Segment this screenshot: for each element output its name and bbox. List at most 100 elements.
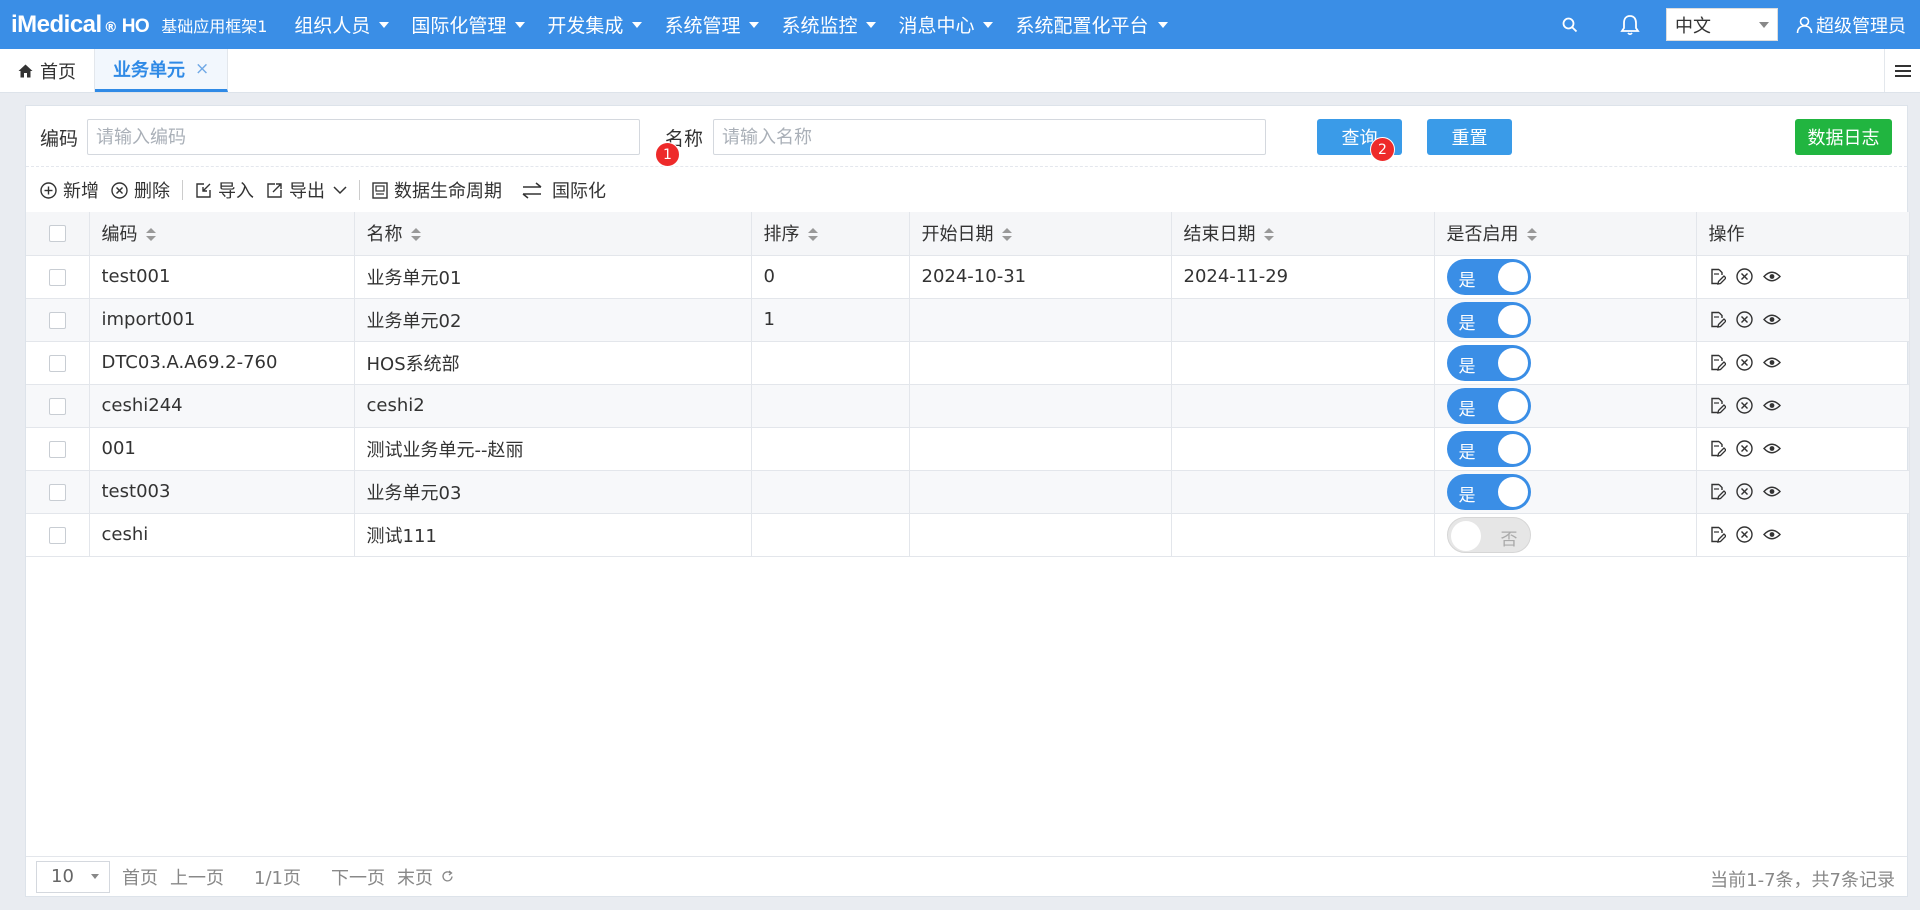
row-checkbox[interactable] [48, 483, 66, 501]
enabled-toggle[interactable]: 是 [1446, 258, 1531, 295]
row-checkbox[interactable] [48, 268, 66, 286]
edit-icon[interactable] [1709, 526, 1726, 543]
code-input[interactable] [87, 119, 640, 155]
view-eye-icon[interactable] [1762, 356, 1781, 369]
row-checkbox[interactable] [48, 311, 66, 329]
column-header-sort[interactable]: 排序 [751, 212, 910, 256]
delete-circle-icon[interactable] [1735, 397, 1753, 414]
user-icon [1796, 16, 1813, 33]
export-button[interactable]: 导出 [266, 177, 347, 203]
refresh-icon[interactable] [441, 870, 454, 883]
column-header-name[interactable]: 名称 [354, 212, 752, 256]
hamburger-menu-icon[interactable] [1884, 49, 1920, 92]
sort-icon[interactable] [1526, 228, 1537, 242]
delete-circle-icon[interactable] [1735, 440, 1753, 457]
menu-system-monitor[interactable]: 系统监控 [781, 11, 877, 38]
last-page-link[interactable]: 末页 [397, 864, 433, 890]
delete-circle-icon[interactable] [1735, 354, 1753, 371]
pagination: 10 首页 上一页 1/1页 下一页 末页 当前1-7条，共7条记录 [26, 856, 1907, 896]
table-row[interactable]: import001 业务单元02 1 是 [26, 298, 1910, 342]
select-all-checkbox[interactable] [48, 225, 66, 243]
row-checkbox[interactable] [48, 440, 66, 458]
enabled-toggle[interactable]: 否 [1446, 516, 1531, 553]
toggle-knob [1497, 261, 1528, 292]
tab-home[interactable]: 首页 [0, 49, 95, 92]
user-menu[interactable]: 超级管理员 [1796, 12, 1906, 38]
cell-sort [751, 427, 910, 471]
table-row[interactable]: DTC03.A.A69.2-760 HOS系统部 是 [26, 341, 1910, 385]
enabled-toggle[interactable]: 是 [1446, 473, 1531, 510]
import-button[interactable]: 导入 [195, 177, 254, 203]
menu-i18n-manage[interactable]: 国际化管理 [411, 11, 526, 38]
enabled-toggle[interactable]: 是 [1446, 430, 1531, 467]
table-row[interactable]: test001 业务单元01 0 2024-10-31 2024-11-29 是 [26, 255, 1910, 299]
i18n-button[interactable]: 国际化 [522, 177, 606, 203]
column-header-enabled[interactable]: 是否启用 [1434, 212, 1697, 256]
menu-label: 系统监控 [781, 15, 858, 37]
toggle-label: 是 [1458, 270, 1476, 291]
enabled-toggle[interactable]: 是 [1446, 387, 1531, 424]
language-select[interactable]: 中文 [1666, 8, 1778, 41]
edit-icon[interactable] [1709, 483, 1726, 500]
data-log-button[interactable]: 数据日志 [1795, 119, 1892, 155]
name-input[interactable] [713, 119, 1266, 155]
enabled-toggle[interactable]: 是 [1446, 344, 1531, 381]
sort-icon[interactable] [807, 228, 818, 242]
search-icon[interactable] [1558, 13, 1582, 37]
edit-icon[interactable] [1709, 311, 1726, 328]
table-row[interactable]: test003 业务单元03 是 [26, 470, 1910, 514]
delete-circle-icon[interactable] [1735, 268, 1753, 285]
menu-system-manage[interactable]: 系统管理 [664, 11, 760, 38]
view-eye-icon[interactable] [1762, 313, 1781, 326]
cell-enabled: 是 [1434, 384, 1697, 428]
app-logo[interactable]: iMedical ® HO 基础应用框架1 [11, 11, 267, 39]
sort-icon[interactable] [410, 228, 421, 242]
prev-page-link[interactable]: 上一页 [170, 864, 224, 890]
annotation-badge-2: 2 [1370, 137, 1395, 162]
page-size-select[interactable]: 10 [36, 860, 110, 893]
row-checkbox[interactable] [48, 526, 66, 544]
table-row[interactable]: ceshi244 ceshi2 是 [26, 384, 1910, 428]
export-icon [267, 182, 282, 198]
enabled-toggle[interactable]: 是 [1446, 301, 1531, 338]
menu-message-center[interactable]: 消息中心 [898, 11, 994, 38]
edit-icon[interactable] [1709, 268, 1726, 285]
table-row[interactable]: ceshi 测试111 否 [26, 513, 1910, 557]
toggle-knob [1497, 433, 1528, 464]
sort-icon[interactable] [1001, 228, 1012, 242]
menu-config-platform[interactable]: 系统配置化平台 [1015, 11, 1168, 38]
edit-icon[interactable] [1709, 397, 1726, 414]
tab-business-unit[interactable]: 业务单元 × [95, 49, 229, 92]
cell-sort: 0 [751, 255, 910, 299]
column-label: 名称 [366, 224, 403, 246]
view-eye-icon[interactable] [1762, 442, 1781, 455]
sort-icon[interactable] [1263, 228, 1274, 242]
delete-circle-icon[interactable] [1735, 483, 1753, 500]
reset-button[interactable]: 重置 [1427, 119, 1512, 155]
close-icon[interactable]: × [195, 59, 209, 79]
delete-circle-icon[interactable] [1735, 311, 1753, 328]
view-eye-icon[interactable] [1762, 399, 1781, 412]
edit-icon[interactable] [1709, 354, 1726, 371]
lifecycle-button[interactable]: 数据生命周期 [372, 177, 502, 203]
bell-icon[interactable] [1618, 13, 1642, 37]
delete-button[interactable]: 删除 [111, 177, 170, 203]
chevron-down-icon [866, 21, 877, 28]
first-page-link[interactable]: 首页 [122, 864, 158, 890]
row-checkbox[interactable] [48, 397, 66, 415]
menu-org-staff[interactable]: 组织人员 [294, 11, 390, 38]
row-checkbox[interactable] [48, 354, 66, 372]
view-eye-icon[interactable] [1762, 528, 1781, 541]
view-eye-icon[interactable] [1762, 485, 1781, 498]
view-eye-icon[interactable] [1762, 270, 1781, 283]
table-row[interactable]: 001 测试业务单元--赵丽 是 [26, 427, 1910, 471]
sort-icon[interactable] [145, 228, 156, 242]
add-button[interactable]: 新增 [40, 177, 99, 203]
column-header-start-date[interactable]: 开始日期 [909, 212, 1172, 256]
column-header-end-date[interactable]: 结束日期 [1171, 212, 1435, 256]
next-page-link[interactable]: 下一页 [331, 864, 385, 890]
edit-icon[interactable] [1709, 440, 1726, 457]
column-header-code[interactable]: 编码 [89, 212, 355, 256]
delete-circle-icon[interactable] [1735, 526, 1753, 543]
menu-dev-integration[interactable]: 开发集成 [547, 11, 643, 38]
